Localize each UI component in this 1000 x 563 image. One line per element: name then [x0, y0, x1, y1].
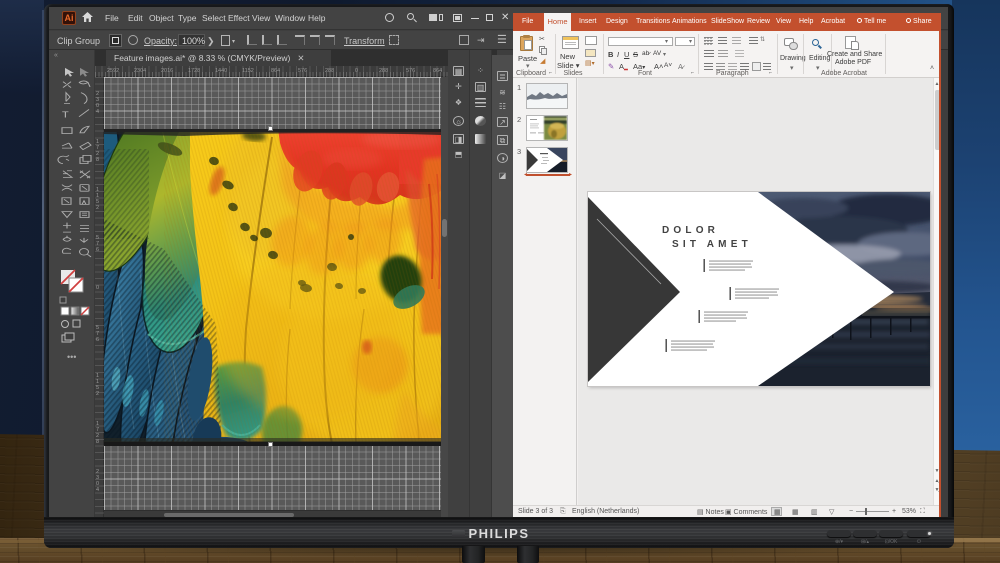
svg-text:T: T — [62, 111, 69, 120]
svg-text:DOLOR: DOLOR — [662, 225, 719, 236]
svg-text:SIT AMET: SIT AMET — [672, 239, 752, 250]
svg-text:•••: ••• — [67, 352, 76, 362]
